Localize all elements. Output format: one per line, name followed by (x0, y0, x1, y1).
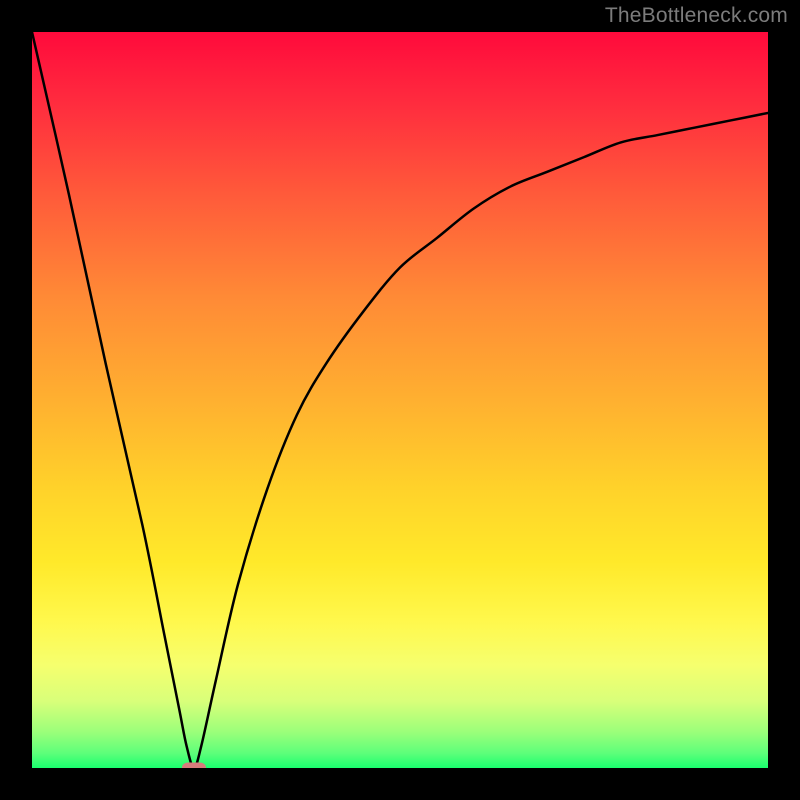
curve-path (32, 32, 768, 768)
minimum-marker (182, 763, 206, 769)
watermark-text: TheBottleneck.com (605, 4, 788, 28)
chart-frame: TheBottleneck.com (0, 0, 800, 800)
plot-area (32, 32, 768, 768)
bottleneck-curve (32, 32, 768, 768)
